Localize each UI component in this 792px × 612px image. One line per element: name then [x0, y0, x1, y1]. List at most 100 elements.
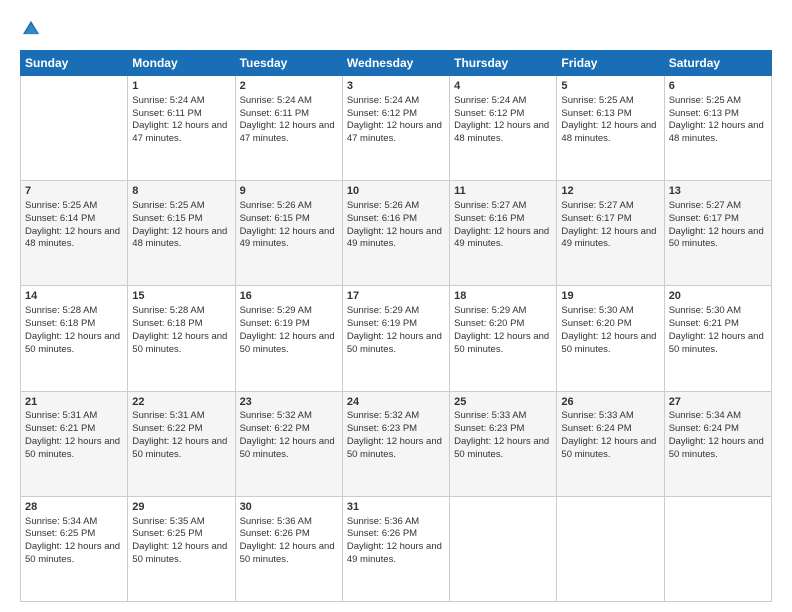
daylight-text: Daylight: 12 hours and 50 minutes. [240, 541, 335, 565]
sunrise-text: Sunrise: 5:30 AM [669, 305, 741, 316]
day-number: 24 [347, 395, 445, 410]
calendar-cell: 5Sunrise: 5:25 AMSunset: 6:13 PMDaylight… [557, 76, 664, 181]
header [20, 18, 772, 40]
sunset-text: Sunset: 6:15 PM [132, 213, 202, 224]
calendar-cell: 24Sunrise: 5:32 AM Sunset: 6:23 PM Dayligh… [342, 391, 449, 496]
sunrise-text: Sunrise: 5:26 AM [240, 200, 312, 211]
day-number: 17 [347, 289, 445, 304]
daylight-text: Daylight: 12 hours and 50 minutes. [132, 541, 227, 565]
logo-icon [20, 18, 42, 40]
sunrise-text: Sunrise: 5:24 AM [240, 95, 312, 106]
day-number: 4 [454, 79, 552, 94]
day-number: 26 [561, 395, 659, 410]
sunrise-text: Sunrise: 5:25 AM [25, 200, 97, 211]
day-number: 7 [25, 184, 123, 199]
day-number: 15 [132, 289, 230, 304]
sunset-text: Sunset: 6:17 PM [561, 213, 631, 224]
calendar-cell: 26Sunrise: 5:33 AMSunset: 6:24 PMDayligh… [557, 391, 664, 496]
calendar-cell: 7Sunrise: 5:25 AMSunset: 6:14 PMDaylight… [21, 181, 128, 286]
sunset-text: Sunset: 6:17 PM [669, 213, 739, 224]
calendar-week-2: 7Sunrise: 5:25 AMSunset: 6:14 PMDaylight… [21, 181, 772, 286]
sunset-text: Sunset: 6:14 PM [25, 213, 95, 224]
daylight-text: Daylight: 12 hours and 50 minutes. [669, 331, 764, 355]
day-number: 3 [347, 79, 445, 94]
sunset-text: Sunset: 6:20 PM [454, 318, 524, 329]
calendar-cell: 18Sunrise: 5:29 AMSunset: 6:20 PMDayligh… [450, 286, 557, 391]
day-number: 22 [132, 395, 230, 410]
calendar-cell: 3Sunrise: 5:24 AM Sunset: 6:12 PMDaylight… [342, 76, 449, 181]
daylight-text: Daylight: 12 hours and 49 minutes. [561, 226, 656, 250]
daylight-text: Daylight: 12 hours and 50 minutes. [25, 541, 120, 565]
day-number: 18 [454, 289, 552, 304]
daylight-text: Daylight: 12 hours and 48 minutes. [132, 226, 227, 250]
calendar-cell: 28Sunrise: 5:34 AMSunset: 6:25 PMDayligh… [21, 496, 128, 601]
daylight-text: Daylight: 12 hours and 50 minutes. [25, 436, 120, 460]
calendar-cell [450, 496, 557, 601]
calendar-cell: 17Sunrise: 5:29 AMSunset: 6:19 PMDayligh… [342, 286, 449, 391]
daylight-text: Daylight: 12 hours and 50 minutes. [132, 436, 227, 460]
sunset-text: Sunset: 6:12 PM [347, 108, 417, 119]
day-number: 23 [240, 395, 338, 410]
day-number: 9 [240, 184, 338, 199]
sunrise-text: Sunrise: 5:24 AM [347, 95, 419, 106]
page: SundayMondayTuesdayWednesdayThursdayFrid… [0, 0, 792, 612]
calendar-cell: 2Sunrise: 5:24 AMSunset: 6:11 PMDaylight… [235, 76, 342, 181]
day-number: 6 [669, 79, 767, 94]
day-number: 19 [561, 289, 659, 304]
daylight-text: Daylight: 12 hours and 48 minutes. [561, 120, 656, 144]
day-number: 2 [240, 79, 338, 94]
daylight-text: Daylight: 12 hours and 50 minutes. [347, 436, 442, 460]
calendar-cell: 12Sunrise: 5:27 AMSunset: 6:17 PMDayligh… [557, 181, 664, 286]
day-header-wednesday: Wednesday [342, 51, 449, 76]
sunrise-text: Sunrise: 5:25 AM [132, 200, 204, 211]
sunset-text: Sunset: 6:16 PM [347, 213, 417, 224]
day-number: 16 [240, 289, 338, 304]
sunrise-text: Sunrise: 5:29 AM [240, 305, 312, 316]
sunset-text: Sunset: 6:21 PM [25, 423, 95, 434]
day-number: 1 [132, 79, 230, 94]
day-header-friday: Friday [557, 51, 664, 76]
daylight-text: Daylight: 12 hours and 49 minutes. [240, 226, 335, 250]
sunrise-text: Sunrise: 5:36 AM [347, 516, 419, 527]
calendar-cell: 21Sunrise: 5:31 AMSunset: 6:21 PMDayligh… [21, 391, 128, 496]
sunrise-text: Sunrise: 5:28 AM [132, 305, 204, 316]
calendar-cell: 22Sunrise: 5:31 AMSunset: 6:22 PMDayligh… [128, 391, 235, 496]
sunrise-text: Sunrise: 5:27 AM [454, 200, 526, 211]
daylight-text: Daylight: 12 hours and 50 minutes. [240, 436, 335, 460]
day-header-tuesday: Tuesday [235, 51, 342, 76]
daylight-text: Daylight: 12 hours and 50 minutes. [669, 436, 764, 460]
sunset-text: Sunset: 6:25 PM [25, 528, 95, 539]
daylight-text: Daylight: 12 hours and 50 minutes. [561, 331, 656, 355]
sunset-text: Sunset: 6:15 PM [240, 213, 310, 224]
sunset-text: Sunset: 6:13 PM [669, 108, 739, 119]
day-number: 13 [669, 184, 767, 199]
calendar-cell: 4Sunrise: 5:24 AM Sunset: 6:12 PMDaylight… [450, 76, 557, 181]
day-header-saturday: Saturday [664, 51, 771, 76]
sunset-text: Sunset: 6:16 PM [454, 213, 524, 224]
calendar-cell: 19Sunrise: 5:30 AMSunset: 6:20 PMDayligh… [557, 286, 664, 391]
sunrise-text: Sunrise: 5:33 AM [561, 410, 633, 421]
sunset-text: Sunset: 6:13 PM [561, 108, 631, 119]
calendar-cell [557, 496, 664, 601]
day-number: 21 [25, 395, 123, 410]
daylight-text: Daylight: 12 hours and 50 minutes. [454, 331, 549, 355]
sunrise-text: Sunrise: 5:34 AM [25, 516, 97, 527]
daylight-text: Daylight: 12 hours and 50 minutes. [669, 226, 764, 250]
sunset-text: Sunset: 6:24 PM [561, 423, 631, 434]
sunrise-text: Sunrise: 5:24 AM [132, 95, 204, 106]
calendar-cell [664, 496, 771, 601]
sunset-text: Sunset: 6:19 PM [240, 318, 310, 329]
sunrise-text: Sunrise: 5:31 AM [132, 410, 204, 421]
sunset-text: Sunset: 6:21 PM [669, 318, 739, 329]
daylight-text: Daylight: 12 hours and 47 minutes. [347, 120, 442, 144]
sunset-text: Sunset: 6:23 PM [347, 423, 417, 434]
sunrise-text: Sunrise: 5:29 AM [347, 305, 419, 316]
day-number: 30 [240, 500, 338, 515]
sunset-text: Sunset: 6:12 PM [454, 108, 524, 119]
daylight-text: Daylight: 12 hours and 47 minutes. [240, 120, 335, 144]
daylight-text: Daylight: 12 hours and 48 minutes. [454, 120, 549, 144]
sunrise-text: Sunrise: 5:32 AM [347, 410, 419, 421]
daylight-text: Daylight: 12 hours and 50 minutes. [25, 331, 120, 355]
sunrise-text: Sunrise: 5:24 AM [454, 95, 526, 106]
calendar-cell: 14Sunrise: 5:28 AMSunset: 6:18 PMDayligh… [21, 286, 128, 391]
